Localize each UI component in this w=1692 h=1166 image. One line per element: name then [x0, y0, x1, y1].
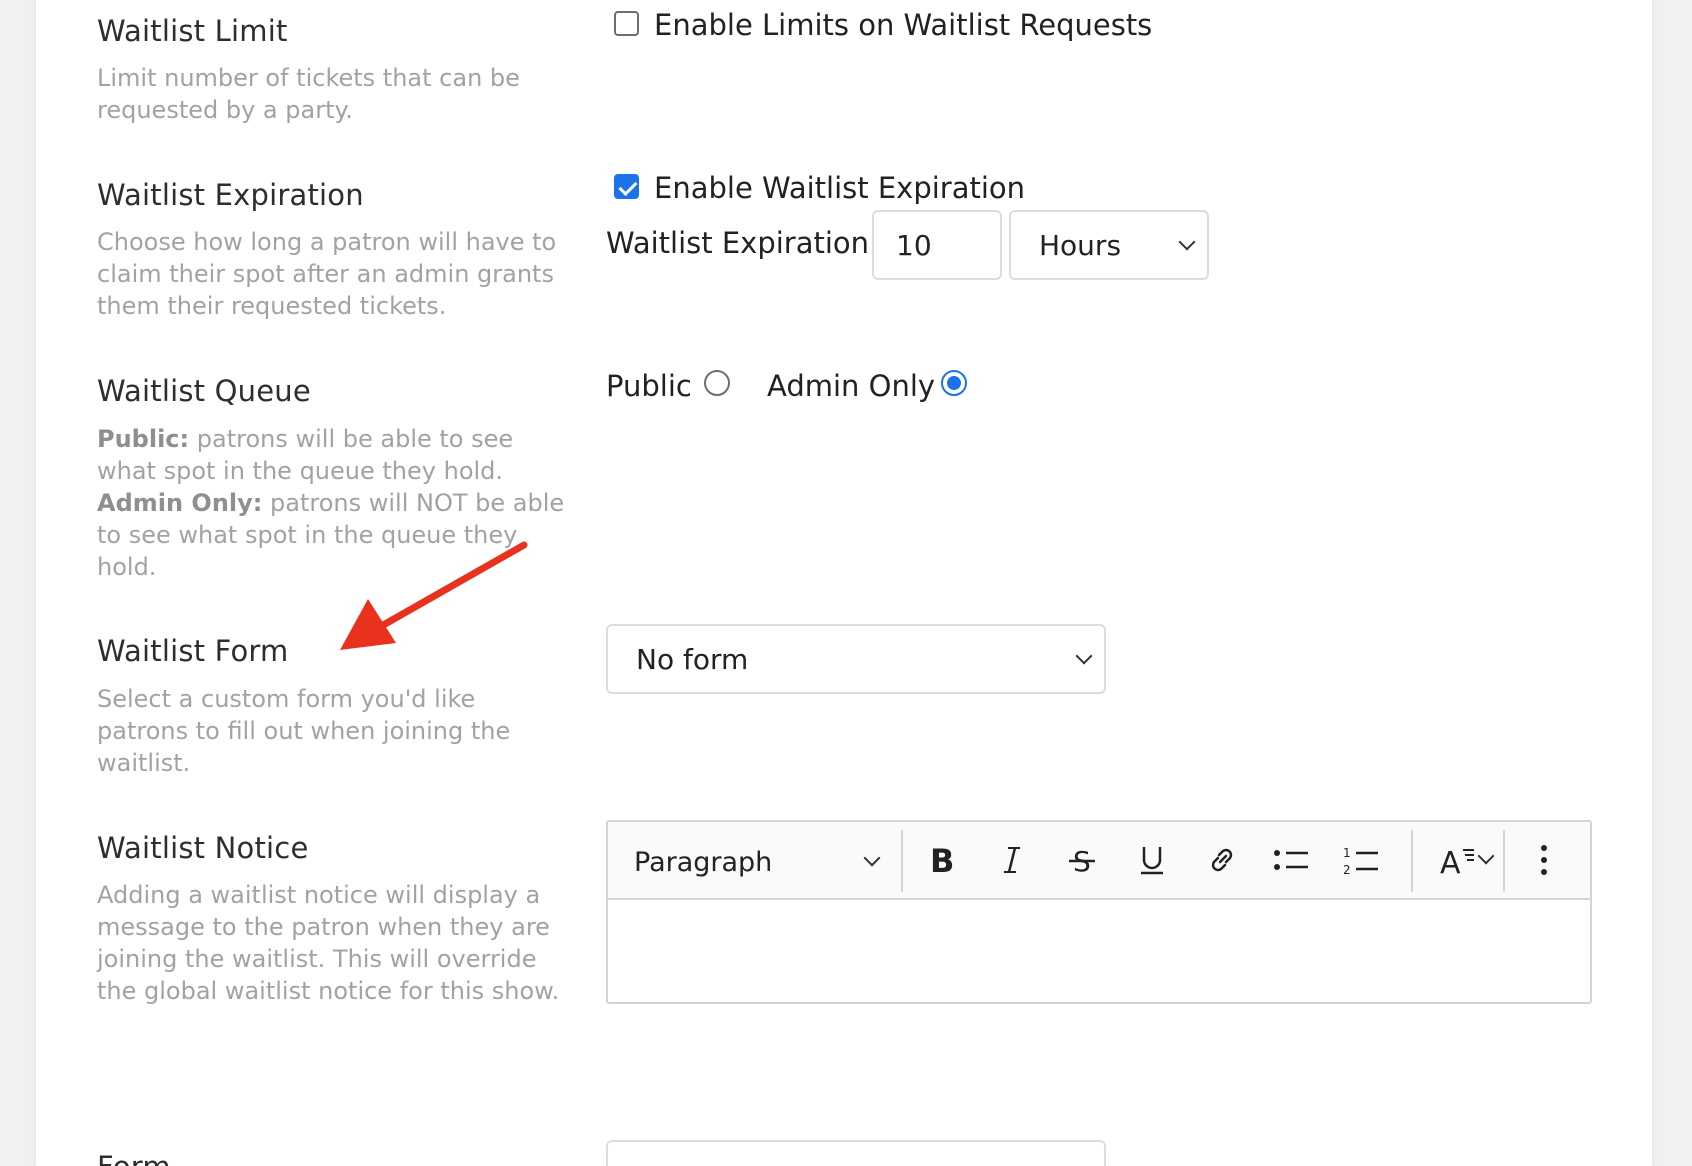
queue-public-label[interactable]: Public: [606, 369, 692, 403]
chevron-down-icon: [1178, 233, 1196, 251]
more-options-icon: [1541, 845, 1547, 875]
link-icon: [1211, 848, 1233, 872]
admin-only-term: Admin Only:: [97, 489, 263, 517]
text-style-icon: A: [1440, 846, 1474, 876]
expiration-unit-value: Hours: [1039, 228, 1122, 262]
waitlist-notice-description: Adding a waitlist notice will display a …: [97, 881, 560, 1005]
italic-icon: [1004, 847, 1020, 873]
waitlist-limit-heading: Waitlist Limit: [97, 14, 288, 48]
svg-text:1: 1: [1343, 846, 1351, 860]
toolbar-divider: [1411, 830, 1413, 892]
text-style-button[interactable]: A: [1420, 836, 1496, 884]
enable-limits-label[interactable]: Enable Limits on Waitlist Requests: [654, 8, 1152, 42]
queue-admin-only-label[interactable]: Admin Only: [767, 369, 935, 403]
bold-icon: B: [930, 844, 954, 876]
chevron-down-icon: [1075, 647, 1093, 665]
chevron-down-icon: [1477, 847, 1495, 865]
waitlist-notice-editor: Paragraph B S 12 A: [606, 820, 1592, 1004]
annotation-arrow-icon: [340, 541, 528, 650]
bold-button[interactable]: B: [918, 836, 966, 884]
form-select[interactable]: [606, 1140, 1106, 1166]
editor-toolbar: Paragraph B S 12 A: [608, 822, 1590, 900]
bullet-list-icon: [1274, 850, 1308, 870]
more-options-button[interactable]: [1520, 836, 1568, 884]
numbered-list-icon: 12: [1343, 846, 1378, 876]
expiration-value-input[interactable]: 10: [872, 210, 1002, 280]
numbered-list-button[interactable]: 12: [1338, 836, 1386, 884]
waitlist-form-heading: Waitlist Form: [97, 634, 289, 668]
chevron-down-icon: [863, 849, 881, 867]
queue-public-radio[interactable]: [704, 370, 730, 396]
waitlist-expiration-description: Choose how long a patron will have to cl…: [97, 228, 557, 320]
editor-content-area[interactable]: [608, 902, 1590, 1002]
waitlist-form-description: Select a custom form you'd like patrons …: [97, 685, 511, 777]
enable-expiration-label[interactable]: Enable Waitlist Expiration: [654, 171, 1025, 205]
waitlist-notice-heading: Waitlist Notice: [97, 831, 309, 865]
expiration-unit-select[interactable]: Hours: [1009, 210, 1209, 280]
italic-button[interactable]: [988, 836, 1036, 884]
enable-expiration-checkbox[interactable]: [614, 174, 639, 199]
svg-text:A: A: [1440, 846, 1461, 876]
waitlist-limit-description: Limit number of tickets that can be requ…: [97, 64, 520, 124]
form-heading: Form: [97, 1150, 171, 1166]
svg-text:B: B: [930, 844, 954, 876]
block-style-label: Paragraph: [634, 846, 773, 878]
waitlist-expiration-heading: Waitlist Expiration: [97, 178, 364, 212]
expiration-value: 10: [896, 228, 932, 262]
waitlist-form-value: No form: [636, 642, 749, 676]
underline-button[interactable]: [1128, 836, 1176, 884]
underline-icon: [1141, 847, 1163, 875]
strikethrough-button[interactable]: S: [1058, 836, 1106, 884]
enable-limits-checkbox[interactable]: [614, 11, 639, 36]
svg-text:2: 2: [1343, 863, 1351, 876]
waitlist-queue-heading: Waitlist Queue: [97, 374, 311, 408]
public-term: Public:: [97, 425, 190, 453]
expiration-field-label: Waitlist Expiration:: [606, 226, 879, 260]
link-button[interactable]: [1198, 836, 1246, 884]
queue-admin-only-radio[interactable]: [941, 370, 967, 396]
toolbar-divider: [901, 830, 903, 892]
block-style-dropdown[interactable]: Paragraph: [634, 842, 884, 882]
waitlist-form-select[interactable]: No form: [606, 624, 1106, 694]
strikethrough-icon: S: [1069, 845, 1095, 876]
bullet-list-button[interactable]: [1268, 836, 1316, 884]
toolbar-divider: [1503, 830, 1505, 892]
